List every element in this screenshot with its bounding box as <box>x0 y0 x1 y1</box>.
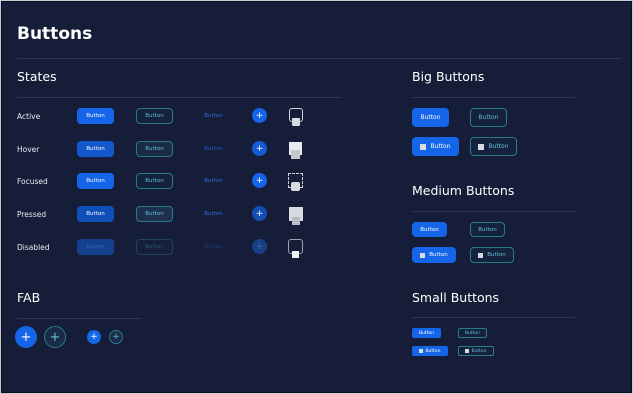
medium-buttons-divider <box>412 211 575 212</box>
state-label-focused: Focused <box>17 177 48 186</box>
icon-button-disabled[interactable]: + <box>252 239 267 254</box>
fab-heading: FAB <box>17 290 41 305</box>
page-title: Buttons <box>17 24 93 44</box>
fab-small-filled[interactable]: + <box>87 330 101 344</box>
text-button-focused[interactable]: Button <box>195 173 232 189</box>
filled-button-active[interactable]: Button <box>77 108 114 124</box>
square-icon <box>292 217 300 225</box>
checkbox-button-pressed[interactable] <box>289 207 303 225</box>
states-heading: States <box>17 69 57 84</box>
state-label-pressed: Pressed <box>17 210 47 219</box>
big-buttons-heading: Big Buttons <box>412 69 485 84</box>
square-icon <box>292 118 300 126</box>
text-button-hover[interactable]: Button <box>195 141 232 157</box>
medium-outline-button[interactable]: Button <box>470 222 505 237</box>
big-filled-icon-button[interactable]: Button <box>412 137 459 156</box>
checkbox-button-active[interactable] <box>289 108 303 126</box>
outline-button-hover[interactable]: Button <box>136 141 173 157</box>
outline-button-pressed[interactable]: Button <box>136 206 173 222</box>
small-outline-icon-button[interactable]: Button <box>458 346 494 356</box>
states-divider <box>17 97 342 98</box>
fab-divider <box>17 318 142 319</box>
plus-icon: + <box>255 241 264 252</box>
medium-buttons-heading: Medium Buttons <box>412 183 515 198</box>
plus-icon: + <box>20 329 32 345</box>
plus-icon: + <box>255 208 264 219</box>
square-icon <box>478 252 484 258</box>
fab-large-outline[interactable]: + <box>44 326 66 348</box>
checkbox-button-hover[interactable] <box>289 142 302 159</box>
plus-icon: + <box>49 329 61 345</box>
plus-icon: + <box>255 110 264 121</box>
medium-filled-button[interactable]: Button <box>412 222 447 237</box>
icon-button-focused[interactable]: + <box>252 173 267 188</box>
square-icon <box>291 150 300 159</box>
buttons-canvas: Buttons States Active Button Button Butt… <box>1 1 632 393</box>
square-icon <box>465 349 470 353</box>
medium-filled-icon-button[interactable]: Button <box>412 247 456 263</box>
square-icon <box>420 143 427 150</box>
square-icon <box>292 251 299 258</box>
plus-icon: + <box>112 332 120 342</box>
title-divider <box>17 58 622 59</box>
big-outline-button[interactable]: Button <box>470 108 507 127</box>
small-filled-button[interactable]: Button <box>412 328 441 338</box>
small-outline-button[interactable]: Button <box>458 328 487 338</box>
filled-button-disabled[interactable]: Button <box>77 239 114 255</box>
big-outline-icon-button[interactable]: Button <box>470 137 517 156</box>
icon-button-active[interactable]: + <box>252 108 267 123</box>
filled-button-hover[interactable]: Button <box>77 141 114 157</box>
plus-icon: + <box>90 332 98 342</box>
fab-small-outline[interactable]: + <box>109 330 123 344</box>
text-button-disabled[interactable]: Button <box>195 239 232 255</box>
small-buttons-divider <box>412 317 575 318</box>
square-icon <box>291 182 300 191</box>
state-label-hover: Hover <box>17 145 40 154</box>
square-icon <box>420 252 426 258</box>
text-button-pressed[interactable]: Button <box>195 206 232 222</box>
filled-button-focused[interactable]: Button <box>77 173 114 189</box>
square-icon <box>478 143 485 150</box>
icon-button-hover[interactable]: + <box>252 141 267 156</box>
outline-button-active[interactable]: Button <box>136 108 173 124</box>
icon-button-pressed[interactable]: + <box>252 206 267 221</box>
small-filled-icon-button[interactable]: Button <box>412 346 448 356</box>
outline-button-focused[interactable]: Button <box>136 173 173 189</box>
big-filled-button[interactable]: Button <box>412 108 449 127</box>
text-button-active[interactable]: Button <box>195 108 232 124</box>
state-label-disabled: Disabled <box>17 243 50 252</box>
square-icon <box>419 349 424 353</box>
big-buttons-divider <box>412 97 575 98</box>
fab-large-filled[interactable]: + <box>15 326 37 348</box>
small-buttons-heading: Small Buttons <box>412 290 500 305</box>
checkbox-button-focused[interactable] <box>288 173 303 191</box>
outline-button-disabled[interactable]: Button <box>136 239 173 255</box>
plus-icon: + <box>255 143 264 154</box>
plus-icon: + <box>255 175 264 186</box>
medium-outline-icon-button[interactable]: Button <box>470 247 514 263</box>
state-label-active: Active <box>17 112 41 121</box>
checkbox-button-disabled[interactable] <box>288 239 303 258</box>
filled-button-pressed[interactable]: Button <box>77 206 114 222</box>
